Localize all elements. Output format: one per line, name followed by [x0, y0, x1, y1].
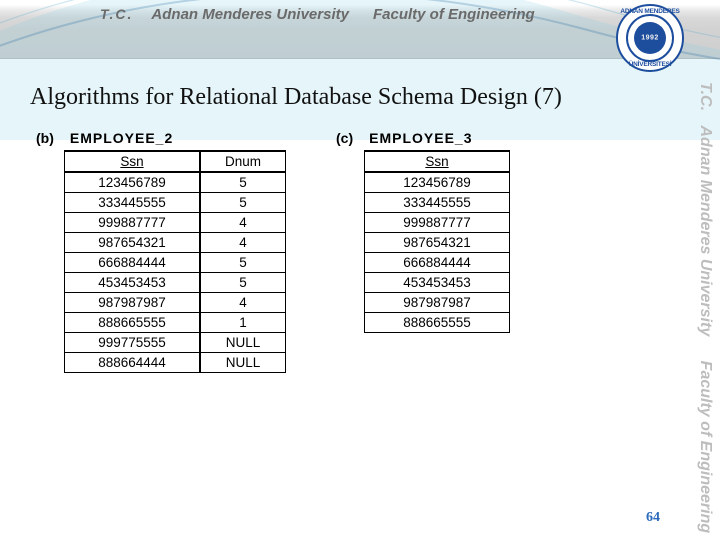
cell: 1: [200, 313, 286, 333]
logo-text-top: ADNAN MENDERES: [618, 8, 682, 15]
figure-c: (c) EMPLOYEE_3 Ssn 123456789 333445555 9…: [334, 130, 510, 333]
cell: 999887777: [365, 213, 510, 233]
col-header-ssn: Ssn: [65, 151, 201, 172]
cell: 4: [200, 233, 286, 253]
cell: 4: [200, 213, 286, 233]
logo-text-bottom: ÜNİVERSİTESİ: [618, 61, 682, 68]
side-faculty: Faculty of Engineering: [697, 361, 714, 533]
cell: 5: [200, 253, 286, 273]
cell: NULL: [200, 353, 286, 373]
cell: 4: [200, 293, 286, 313]
figure-b-name: EMPLOYEE_2: [70, 130, 173, 146]
side-university: Adnan Menderes University: [697, 125, 714, 336]
cell: 333445555: [365, 193, 510, 213]
figure-b-id: (b): [36, 130, 54, 146]
cell: 453453453: [365, 273, 510, 293]
banner-tc: T.C.: [100, 6, 133, 22]
page-number: 64: [646, 510, 660, 526]
figure-c-id: (c): [336, 130, 353, 146]
university-logo: ADNAN MENDERES 1992 ÜNİVERSİTESİ: [616, 4, 680, 68]
side-tc: T.C.: [697, 82, 714, 111]
cell: 999887777: [65, 213, 201, 233]
figure-b: (b) EMPLOYEE_2 Ssn Dnum 1234567895 33344…: [34, 130, 286, 373]
cell: 987654321: [65, 233, 201, 253]
table-employee-2: Ssn Dnum 1234567895 3334455555 999887777…: [64, 150, 286, 373]
cell: 5: [200, 273, 286, 293]
col-header-ssn: Ssn: [365, 151, 510, 172]
header-banner: T.C. Adnan Menderes University Faculty o…: [0, 0, 720, 59]
cell: 888665555: [65, 313, 201, 333]
cell: 123456789: [365, 172, 510, 193]
banner-text: T.C. Adnan Menderes University Faculty o…: [100, 6, 600, 23]
cell: 5: [200, 193, 286, 213]
col-header-dnum: Dnum: [200, 151, 286, 172]
cell: 987654321: [365, 233, 510, 253]
banner-faculty: Faculty of Engineering: [373, 6, 535, 23]
page-title: Algorithms for Relational Database Schem…: [30, 84, 660, 111]
cell: 999775555: [65, 333, 201, 353]
cell: 888665555: [365, 313, 510, 333]
cell: 987987987: [365, 293, 510, 313]
table-employee-3: Ssn 123456789 333445555 999887777 987654…: [364, 150, 510, 333]
cell: 123456789: [65, 172, 201, 193]
logo-year: 1992: [634, 35, 666, 42]
side-watermark: T.C. Adnan Menderes University Faculty o…: [684, 82, 714, 502]
cell: 453453453: [65, 273, 201, 293]
cell: 333445555: [65, 193, 201, 213]
cell: 5: [200, 172, 286, 193]
figures-container: (b) EMPLOYEE_2 Ssn Dnum 1234567895 33344…: [34, 130, 660, 373]
cell: 888664444: [65, 353, 201, 373]
cell: 666884444: [365, 253, 510, 273]
figure-c-name: EMPLOYEE_3: [369, 130, 472, 146]
cell: NULL: [200, 333, 286, 353]
cell: 987987987: [65, 293, 201, 313]
banner-university: Adnan Menderes University: [151, 6, 349, 23]
cell: 666884444: [65, 253, 201, 273]
